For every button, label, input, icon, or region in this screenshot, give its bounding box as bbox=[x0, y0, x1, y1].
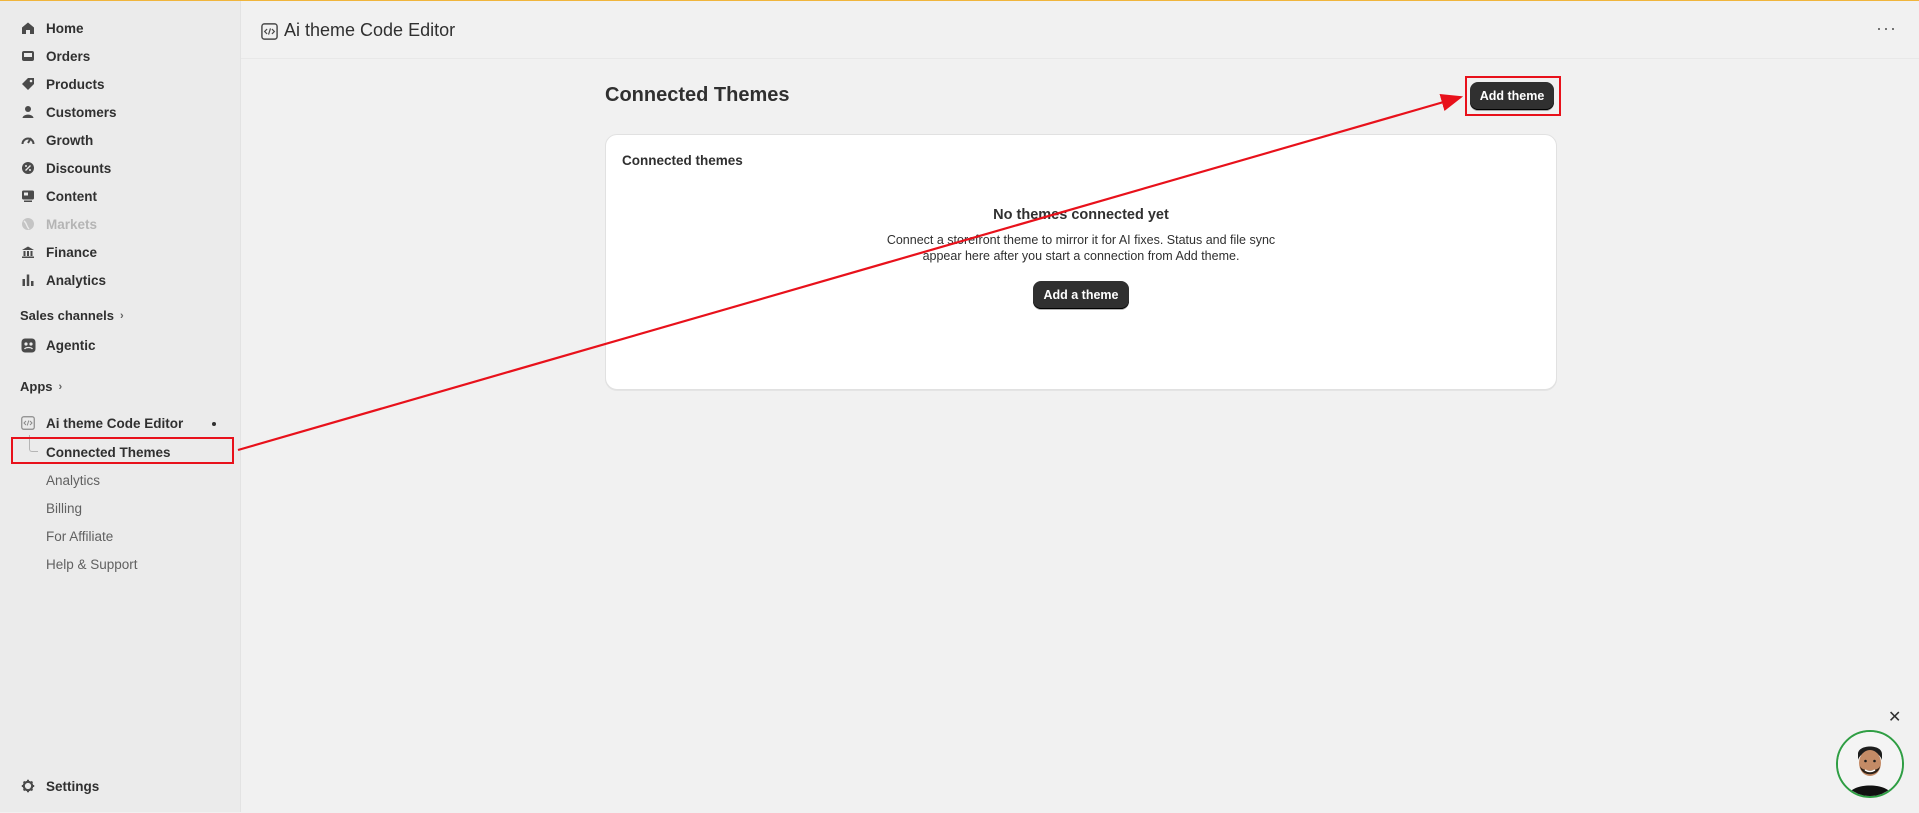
support-avatar[interactable] bbox=[1836, 730, 1904, 798]
close-icon[interactable]: ✕ bbox=[1888, 707, 1901, 727]
person-avatar-icon bbox=[1838, 732, 1902, 796]
annotation-arrow bbox=[237, 94, 1464, 452]
